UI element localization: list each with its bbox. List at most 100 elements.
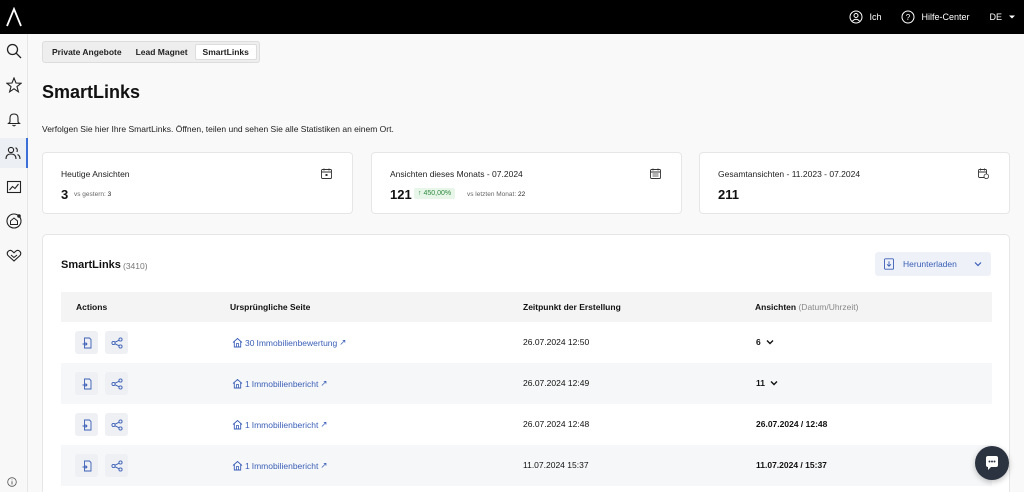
logo-icon[interactable] <box>5 7 23 27</box>
panel-count: (3410) <box>123 261 148 271</box>
link-count: 1 <box>245 419 250 430</box>
smartlinks-panel: SmartLinks (3410) Herunterladen Actions … <box>42 234 1010 492</box>
created-date: 26.07.2024 12:49 <box>523 378 590 388</box>
created-date: 26.07.2024 12:50 <box>523 337 590 347</box>
views-count[interactable]: 6 <box>756 337 774 347</box>
chat-icon <box>986 456 998 470</box>
stat-comparison-label: vs gestern: <box>74 191 106 198</box>
calendar-clock-icon <box>978 168 989 179</box>
views-count: 26.07.2024 / 12:48 <box>756 419 827 429</box>
tab-bar: Private Angebote Lead Magnet SmartLinks <box>42 41 260 63</box>
stat-comparison-label: vs letzten Monat: <box>467 191 517 198</box>
views-count[interactable]: 11 <box>756 378 778 388</box>
external-link-icon: ↗ <box>339 337 347 347</box>
views-value: 6 <box>756 337 761 347</box>
views-value: 26.07.2024 / 12:48 <box>756 419 828 429</box>
caret-down-icon[interactable] <box>1008 13 1016 21</box>
stat-label: Ansichten dieses Monats - 07.2024 <box>390 169 523 179</box>
open-link-button[interactable] <box>75 413 98 436</box>
home-icon <box>232 378 243 389</box>
tab-private-offers[interactable]: Private Angebote <box>45 44 129 60</box>
original-page-link[interactable]: 1 Immobilienbericht ↗ <box>232 378 327 389</box>
sidebar-item-search[interactable] <box>0 36 28 66</box>
stat-comparison-value: 22 <box>517 191 526 198</box>
tab-lead-magnet[interactable]: Lead Magnet <box>129 44 195 60</box>
stat-label: Gesamtansichten - 11.2023 - 07.2024 <box>718 169 861 179</box>
open-document-icon <box>82 460 91 471</box>
stat-value: 121 <box>390 187 412 202</box>
created-date: 11.07.2024 15:37 <box>523 460 589 470</box>
share-button[interactable] <box>105 413 128 436</box>
link-count: 1 <box>245 460 250 471</box>
download-button[interactable]: Herunterladen <box>875 252 991 276</box>
stat-comparison-value: 3 <box>107 191 112 198</box>
help-center-link[interactable]: Hilfe-Center <box>921 12 969 22</box>
home-icon <box>232 460 243 471</box>
info-icon[interactable] <box>7 477 17 487</box>
original-page-link[interactable]: 1 Immobilienbericht ↗ <box>232 419 327 430</box>
external-link-icon: ↗ <box>320 419 328 429</box>
table-row: 30 Immobilienbewertung ↗ 26.07.2024 12:5… <box>61 322 992 363</box>
chat-button[interactable] <box>975 446 1009 480</box>
home-badge-icon <box>6 213 22 229</box>
sidebar-item-statistics[interactable] <box>0 172 28 202</box>
open-document-icon <box>82 419 91 430</box>
open-link-button[interactable] <box>75 331 98 354</box>
views-count: 11.07.2024 / 15:37 <box>756 460 827 470</box>
link-count: 30 <box>245 337 255 348</box>
stat-value: 3 <box>61 187 69 202</box>
bell-icon <box>7 113 21 127</box>
sidebar-item-partners[interactable] <box>0 240 28 270</box>
chevron-down-icon[interactable] <box>770 379 778 387</box>
sidebar-item-favorites[interactable] <box>0 70 28 100</box>
home-icon <box>232 419 243 430</box>
calendar-icon <box>321 168 332 179</box>
language-selector[interactable]: DE <box>989 12 1002 22</box>
open-link-button[interactable] <box>75 454 98 477</box>
column-actions: Actions <box>76 302 108 312</box>
column-views-hint: (Datum/Uhrzeit) <box>798 302 859 312</box>
views-value: 11 <box>756 378 765 388</box>
share-icon <box>110 377 123 390</box>
top-bar: Ich ? Hilfe-Center DE <box>0 0 1024 34</box>
download-label: Herunterladen <box>903 259 957 269</box>
help-icon[interactable]: ? <box>901 10 915 24</box>
share-button[interactable] <box>105 331 128 354</box>
sidebar-item-properties[interactable] <box>0 206 28 236</box>
share-icon <box>110 336 123 349</box>
panel-title: SmartLinks <box>61 259 121 271</box>
calendar-icon <box>650 168 661 179</box>
page-description: Verfolgen Sie hier Ihre SmartLinks. Öffn… <box>42 124 394 134</box>
column-views: Ansichten (Datum/Uhrzeit) <box>755 302 858 312</box>
link-label: Immobilienbericht <box>251 378 319 389</box>
user-icon[interactable] <box>849 10 863 24</box>
external-link-icon: ↗ <box>320 460 328 470</box>
users-icon <box>5 146 21 160</box>
share-button[interactable] <box>105 372 128 395</box>
column-views-label: Ansichten <box>755 302 797 312</box>
star-icon <box>6 77 22 93</box>
sidebar-item-notifications[interactable] <box>0 104 28 134</box>
svg-text:?: ? <box>906 13 911 22</box>
chevron-down-icon[interactable] <box>766 338 774 346</box>
created-date: 26.07.2024 12:48 <box>523 419 590 429</box>
top-right-menu: Ich ? Hilfe-Center DE <box>849 0 1016 34</box>
open-link-button[interactable] <box>75 372 98 395</box>
sidebar-item-contacts[interactable] <box>0 138 28 168</box>
share-button[interactable] <box>105 454 128 477</box>
original-page-link[interactable]: 1 Immobilienbericht ↗ <box>232 460 327 471</box>
growth-badge: ↑ 450,00% <box>414 188 456 199</box>
external-link-icon: ↗ <box>320 378 328 388</box>
open-document-icon <box>82 378 91 389</box>
link-label: Immobilienbericht <box>251 419 319 430</box>
tab-smartlinks[interactable]: SmartLinks <box>194 44 257 60</box>
sidebar <box>0 34 28 492</box>
user-menu-label[interactable]: Ich <box>869 12 881 22</box>
stat-card-month: Ansichten dieses Monats - 07.2024 121 ↑ … <box>371 152 682 214</box>
original-page-link[interactable]: 30 Immobilienbewertung ↗ <box>232 337 346 348</box>
views-value: 11.07.2024 / 15:37 <box>756 460 827 470</box>
chevron-down-icon[interactable] <box>973 259 983 269</box>
link-count: 1 <box>245 378 250 389</box>
chart-icon <box>6 180 22 194</box>
column-created: Zeitpunkt der Erstellung <box>523 302 621 312</box>
